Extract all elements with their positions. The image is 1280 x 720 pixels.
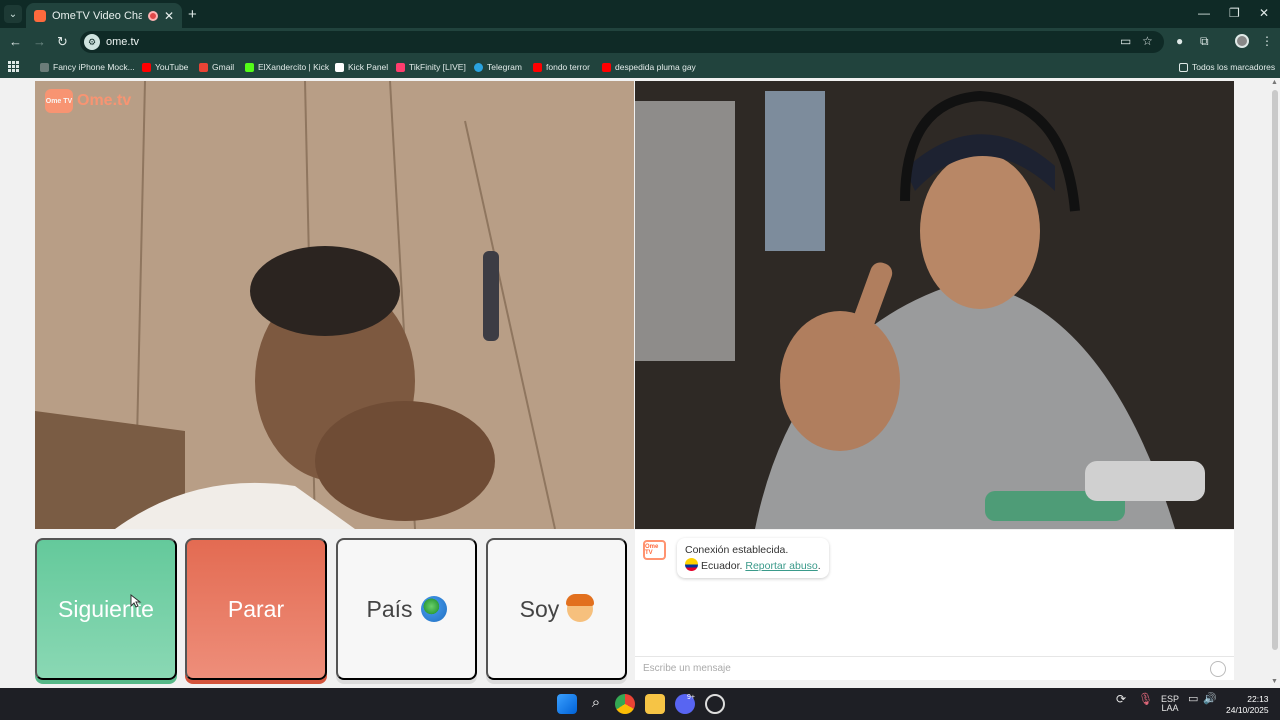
kick-panel-icon: [335, 62, 344, 72]
scroll-up-icon[interactable]: ▲: [1271, 79, 1278, 86]
ecuador-flag-icon: [685, 558, 698, 571]
clock-time: 22:13: [1247, 694, 1269, 704]
all-bookmarks-button[interactable]: Todos los marcadores: [1179, 62, 1275, 72]
boy-face-icon: [566, 594, 595, 622]
menu-icon[interactable]: ⋮: [1261, 34, 1273, 48]
windows-start-icon[interactable]: [557, 694, 577, 714]
gender-button[interactable]: Soy: [486, 538, 627, 680]
youtube-icon: [533, 62, 542, 72]
gmail-icon: [199, 62, 208, 72]
browser-titlebar: ⌄ OmeTV Video Chat — Ome ✕ + — ❐ ✕: [0, 0, 1280, 28]
ometv-chat-avatar: Ome TV: [643, 540, 666, 560]
chat-panel: Ome TV Conexión establecida. Ecuador. Re…: [635, 530, 1234, 680]
ometv-logo[interactable]: Ome TV Ome.tv: [45, 89, 131, 113]
cast-icon[interactable]: ▭: [1120, 34, 1131, 48]
forward-button[interactable]: →: [33, 34, 46, 49]
report-suffix: .: [817, 560, 821, 572]
bookmark-item[interactable]: Telegram: [474, 62, 522, 72]
browser-toolbar: ← → ↻ ⚙ ome.tv ▭ ☆ ● ⧉ ⋮: [0, 28, 1280, 56]
self-video: [635, 81, 1234, 529]
country-name: Ecuador.: [701, 560, 743, 572]
volume-icon[interactable]: 🔊: [1203, 694, 1217, 705]
report-abuse-link[interactable]: Reportar abuso: [745, 560, 817, 572]
mouse-cursor-icon: [130, 594, 142, 608]
youtube-icon: [142, 62, 151, 72]
active-tab[interactable]: OmeTV Video Chat — Ome ✕: [26, 3, 182, 28]
scroll-down-icon[interactable]: ▼: [1271, 678, 1278, 685]
telegram-icon: [474, 62, 483, 72]
discord-icon[interactable]: 9+: [675, 694, 695, 714]
bookmark-item[interactable]: fondo terror: [533, 62, 590, 72]
tab-search-button[interactable]: ⌄: [4, 5, 22, 23]
bookmark-star-icon[interactable]: ☆: [1142, 34, 1153, 48]
network-icon[interactable]: ▭: [1188, 694, 1198, 705]
globe-icon: [420, 596, 447, 622]
stop-button-label: Parar: [227, 595, 285, 622]
bookmark-item[interactable]: Fancy iPhone Mock...: [40, 62, 135, 72]
tikfinity-icon: [396, 62, 405, 72]
back-button[interactable]: ←: [9, 34, 22, 49]
tab-close-icon[interactable]: ✕: [164, 9, 174, 23]
ometv-logo-icon: Ome TV: [45, 89, 73, 113]
emoji-icon[interactable]: [1210, 661, 1226, 677]
gender-button-label: Soy: [519, 595, 560, 622]
app-icon[interactable]: [705, 694, 725, 714]
ometv-favicon: [34, 9, 46, 22]
system-message: Conexión establecida. Ecuador. Reportar …: [677, 538, 829, 578]
country-button-label: País: [366, 595, 413, 622]
apps-grid-icon[interactable]: [8, 61, 19, 72]
scroll-thumb[interactable]: [1272, 90, 1278, 650]
new-tab-button[interactable]: +: [188, 6, 197, 23]
ometv-page: Ome TV Ome.tv Siguiente Parar País Soy O…: [0, 78, 1270, 688]
bookmark-item[interactable]: despedida pluma gay: [602, 62, 696, 72]
discord-badge: 9+: [687, 694, 695, 701]
search-icon[interactable]: ⌕: [586, 694, 606, 714]
link-icon: [40, 62, 49, 72]
ometv-logo-text: Ome.tv: [77, 92, 132, 109]
extension-icon[interactable]: ●: [1176, 34, 1183, 48]
country-button[interactable]: País: [336, 538, 477, 680]
connection-message: Conexión establecida.: [685, 544, 789, 556]
minimize-button[interactable]: —: [1198, 6, 1210, 20]
bookmark-item[interactable]: Kick Panel: [335, 62, 388, 72]
file-explorer-icon[interactable]: [645, 694, 665, 714]
extensions-puzzle-icon[interactable]: ⧉: [1200, 34, 1209, 49]
recording-indicator-icon: [147, 10, 158, 21]
kick-icon: [245, 62, 254, 72]
bookmark-item[interactable]: YouTube: [142, 62, 188, 72]
address-bar[interactable]: ⚙ ome.tv: [80, 31, 1164, 53]
microphone-icon[interactable]: 🎙: [1138, 693, 1153, 705]
profile-avatar[interactable]: [1235, 34, 1249, 48]
folder-icon: [1179, 62, 1188, 72]
message-input-placeholder: Escribe un mensaje: [643, 663, 731, 674]
reload-button[interactable]: ↻: [57, 34, 68, 50]
bookmark-item[interactable]: ElXandercito | Kick: [245, 62, 329, 72]
sync-icon[interactable]: ⟳: [1116, 693, 1126, 705]
windows-taskbar: ⌕ 9+ ⟳ 🎙 ESP LAA ▭ 🔊 22:13 24/10/2025: [0, 688, 1280, 720]
tab-title: OmeTV Video Chat — Ome: [52, 9, 142, 22]
keyboard-layout: LAA: [1161, 703, 1179, 713]
clock-date: 24/10/2025: [1226, 705, 1269, 715]
country-line: Ecuador. Reportar abuso.: [685, 558, 821, 574]
restore-button[interactable]: ❐: [1229, 6, 1240, 20]
self-video-scene: [635, 81, 1234, 529]
system-clock[interactable]: 22:13 24/10/2025: [1226, 694, 1269, 716]
chrome-icon[interactable]: [615, 694, 635, 714]
message-input[interactable]: Escribe un mensaje: [635, 656, 1234, 680]
youtube-icon: [602, 62, 611, 72]
site-info-icon[interactable]: ⚙: [84, 34, 100, 50]
url-text: ome.tv: [106, 36, 140, 48]
stranger-video-scene: [35, 81, 634, 529]
close-window-button[interactable]: ✕: [1259, 6, 1269, 20]
language-indicator[interactable]: ESP LAA: [1161, 695, 1179, 713]
next-button[interactable]: Siguiente: [35, 538, 177, 680]
bookmark-item[interactable]: TikFinity [LIVE]: [396, 62, 466, 72]
stop-button[interactable]: Parar: [185, 538, 327, 680]
page-scrollbar[interactable]: ▲ ▼: [1270, 78, 1280, 688]
stranger-video: Ome TV Ome.tv: [35, 81, 634, 529]
bookmarks-bar: Fancy iPhone Mock... YouTube Gmail ElXan…: [0, 56, 1280, 78]
bookmark-item[interactable]: Gmail: [199, 62, 234, 72]
